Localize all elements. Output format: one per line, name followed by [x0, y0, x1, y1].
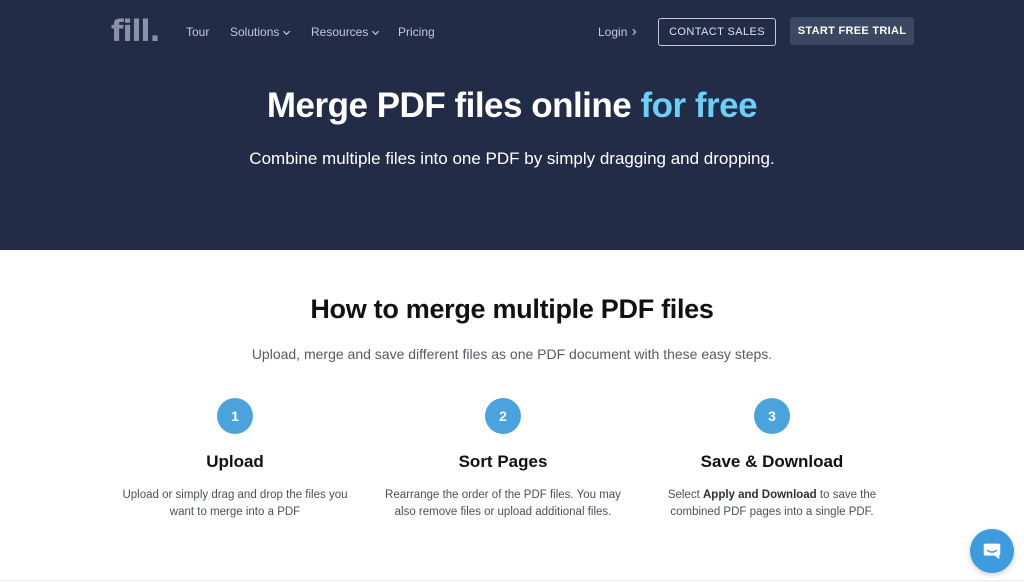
step-number-badge: 1 — [217, 398, 253, 434]
login-link[interactable]: Login — [598, 25, 638, 39]
nav-tour[interactable]: Tour — [186, 25, 209, 39]
step-description-pre: Select — [667, 489, 703, 501]
step-description-bold: Apply and Download — [702, 489, 817, 501]
step-title: Sort Pages — [458, 452, 548, 471]
hero-title: Merge PDF files online for free — [0, 86, 1024, 126]
step-save-download: 3 Save & Download Select Apply and Downl… — [642, 398, 902, 521]
start-free-trial-button[interactable]: START FREE TRIAL — [790, 17, 914, 45]
contact-sales-button[interactable]: CONTACT SALES — [658, 18, 776, 46]
step-upload: 1 Upload Upload or simply drag and drop … — [105, 398, 365, 521]
hero-title-main: Merge PDF files online — [266, 86, 641, 125]
step-sort-pages: 2 Sort Pages Rearrange the order of the … — [373, 398, 633, 521]
nav-tour-label: Tour — [186, 25, 210, 39]
nav-pricing-label: Pricing — [398, 25, 435, 39]
chat-bubble-icon — [983, 543, 1001, 560]
login-label: Login — [598, 25, 628, 39]
step-description-line: Rearrange the order of the PDF files. Yo… — [385, 489, 621, 501]
howto-subtitle: Upload, merge and save different files a… — [251, 346, 773, 362]
step-title: Save & Download — [700, 452, 844, 471]
nav-pricing[interactable]: Pricing — [398, 25, 435, 39]
chevron-down-icon — [283, 30, 291, 35]
nav-resources-label: Resources — [311, 25, 369, 39]
hero-section: fill. Tour Solutions Resources Pricing L… — [0, 0, 1024, 250]
nav-resources[interactable]: Resources — [311, 25, 380, 39]
step-description-line: Upload or simply drag and drop the files… — [122, 489, 348, 501]
nav-solutions[interactable]: Solutions — [230, 25, 291, 39]
step-number-badge: 3 — [754, 398, 790, 434]
nav-solutions-label: Solutions — [230, 25, 280, 39]
step-description: Rearrange the order of the PDF files. Yo… — [373, 487, 633, 521]
step-number-badge: 2 — [485, 398, 521, 434]
chevron-down-icon — [372, 30, 380, 35]
step-description-line: combined PDF pages into a single PDF. — [670, 506, 874, 518]
step-description-line: also remove files or upload additional f… — [394, 506, 612, 518]
step-description-line: want to merge into a PDF — [169, 506, 301, 518]
logo[interactable]: fill. — [111, 14, 160, 48]
chat-button[interactable] — [970, 529, 1014, 573]
hero-subtitle: Combine multiple files into one PDF by s… — [249, 149, 775, 168]
step-description: Select Apply and Download to save the co… — [642, 487, 902, 521]
hero-title-accent: for free — [640, 86, 758, 125]
chevron-right-icon — [632, 28, 637, 36]
step-description: Upload or simply drag and drop the files… — [105, 487, 365, 521]
step-description-post: to save the — [816, 489, 877, 501]
step-title: Upload — [206, 452, 264, 471]
divider — [0, 580, 1024, 581]
howto-title: How to merge multiple PDF files — [310, 294, 714, 324]
